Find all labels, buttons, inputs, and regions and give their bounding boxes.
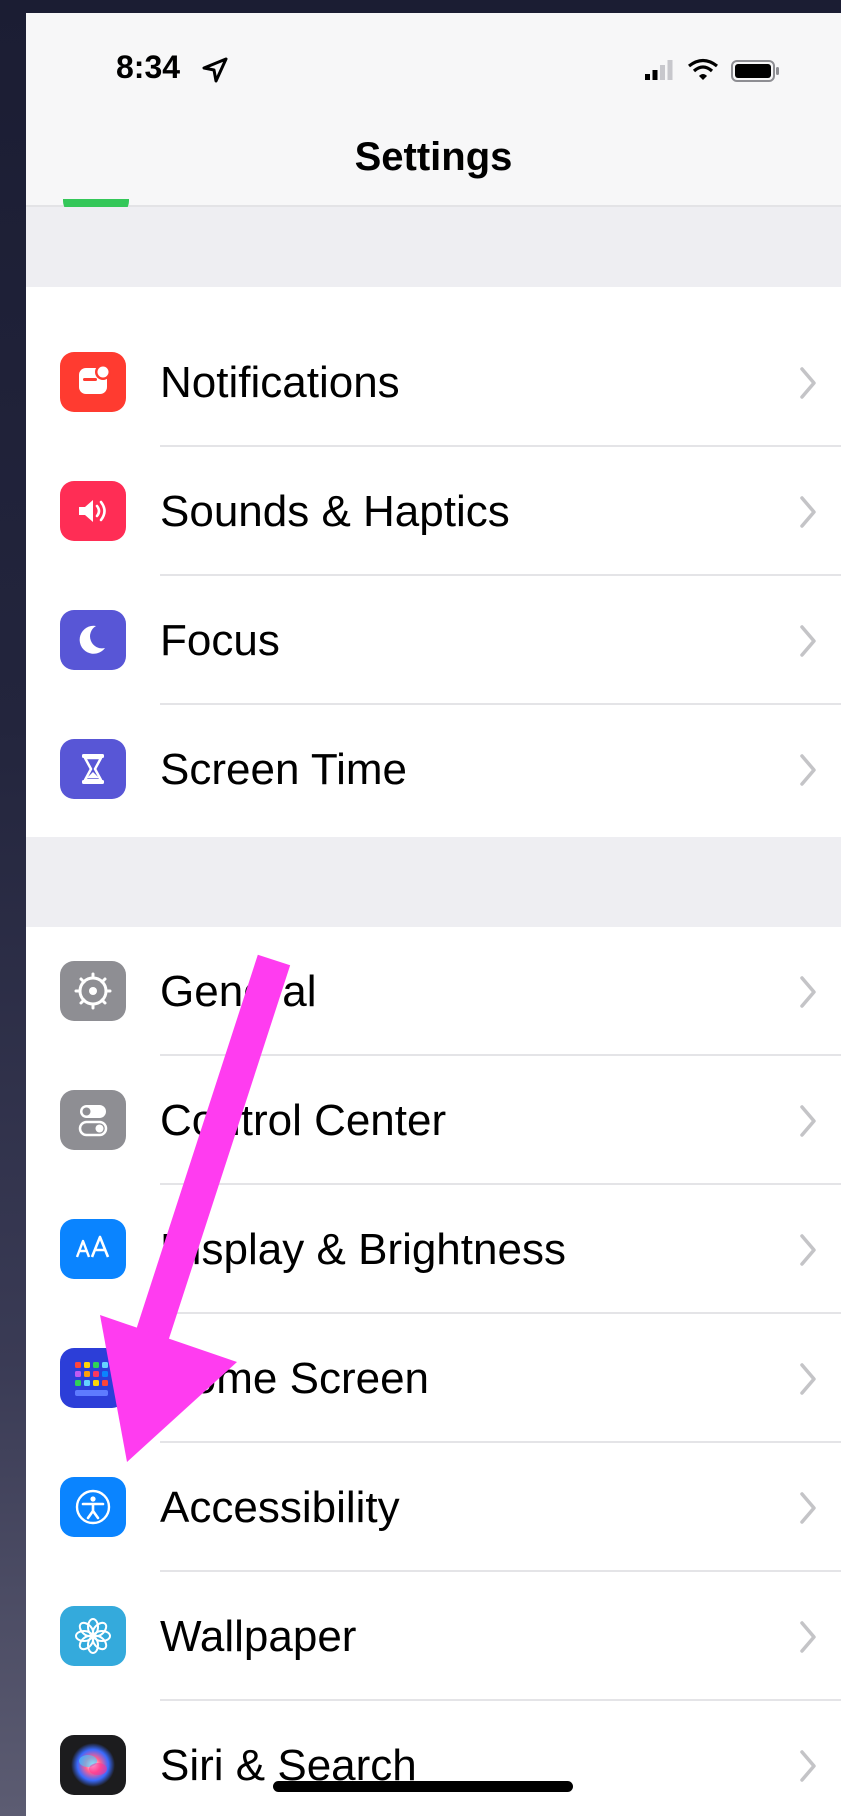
moon-icon <box>60 610 126 670</box>
settings-item-label: Accessibility <box>160 1483 400 1532</box>
chevron-right-icon <box>800 1750 816 1782</box>
app-grid-icon <box>60 1348 126 1408</box>
settings-item-home-screen[interactable]: Home Screen <box>26 1314 841 1443</box>
navigation-bar: Settings <box>26 111 841 207</box>
location-arrow-icon <box>202 57 228 83</box>
chevron-right-icon <box>800 1621 816 1653</box>
phone-screen: 8:34 Settings Notifications Sounds & Hap… <box>26 13 841 1816</box>
notifications-icon <box>60 352 126 412</box>
section-gap <box>26 207 841 287</box>
settings-item-siri-search[interactable]: Siri & Search <box>26 1701 841 1816</box>
settings-item-control-center[interactable]: Control Center <box>26 1056 841 1185</box>
chevron-right-icon <box>800 976 816 1008</box>
settings-item-label: Sounds & Haptics <box>160 487 510 536</box>
settings-item-wallpaper[interactable]: Wallpaper <box>26 1572 841 1701</box>
settings-item-label: Control Center <box>160 1096 447 1145</box>
section-gap <box>26 837 841 927</box>
flower-icon <box>60 1606 126 1666</box>
settings-item-focus[interactable]: Focus <box>26 576 841 705</box>
settings-item-general[interactable]: General <box>26 927 841 1056</box>
home-indicator <box>273 1781 573 1792</box>
settings-item-label: Focus <box>160 616 280 665</box>
wifi-icon <box>688 58 718 80</box>
settings-item-display-brightness[interactable]: Display & Brightness <box>26 1185 841 1314</box>
settings-item-label: Display & Brightness <box>160 1225 566 1274</box>
cellular-signal-icon <box>645 60 673 80</box>
page-title: Settings <box>354 135 513 179</box>
chevron-right-icon <box>800 1234 816 1266</box>
settings-item-notifications[interactable]: Notifications <box>26 318 841 447</box>
settings-item-screen-time[interactable]: Screen Time <box>26 705 841 834</box>
status-time: 8:34 <box>116 49 181 85</box>
siri-icon <box>60 1735 126 1795</box>
status-bar: 8:34 <box>26 13 841 111</box>
battery-icon <box>731 60 779 82</box>
settings-item-label: General <box>160 967 317 1016</box>
settings-item-label: Wallpaper <box>160 1612 357 1661</box>
settings-item-accessibility[interactable]: Accessibility <box>26 1443 841 1572</box>
settings-item-label: Home Screen <box>160 1354 430 1403</box>
chevron-right-icon <box>800 367 816 399</box>
settings-item-label: Screen Time <box>160 745 407 794</box>
text-size-icon <box>60 1219 126 1279</box>
gear-icon <box>60 961 126 1021</box>
settings-group-2: General Control Center Display & Brightn… <box>26 927 841 1816</box>
chevron-right-icon <box>800 1363 816 1395</box>
accessibility-icon <box>60 1477 126 1537</box>
speaker-icon <box>60 481 126 541</box>
chevron-right-icon <box>800 625 816 657</box>
toggles-icon <box>60 1090 126 1150</box>
settings-item-sounds-haptics[interactable]: Sounds & Haptics <box>26 447 841 576</box>
chevron-right-icon <box>800 1492 816 1524</box>
chevron-right-icon <box>800 496 816 528</box>
hourglass-icon <box>60 739 126 799</box>
chevron-right-icon <box>800 1105 816 1137</box>
chevron-right-icon <box>800 754 816 786</box>
settings-group-1: Notifications Sounds & Haptics Focus Scr… <box>26 318 841 837</box>
settings-item-label: Notifications <box>160 358 400 407</box>
